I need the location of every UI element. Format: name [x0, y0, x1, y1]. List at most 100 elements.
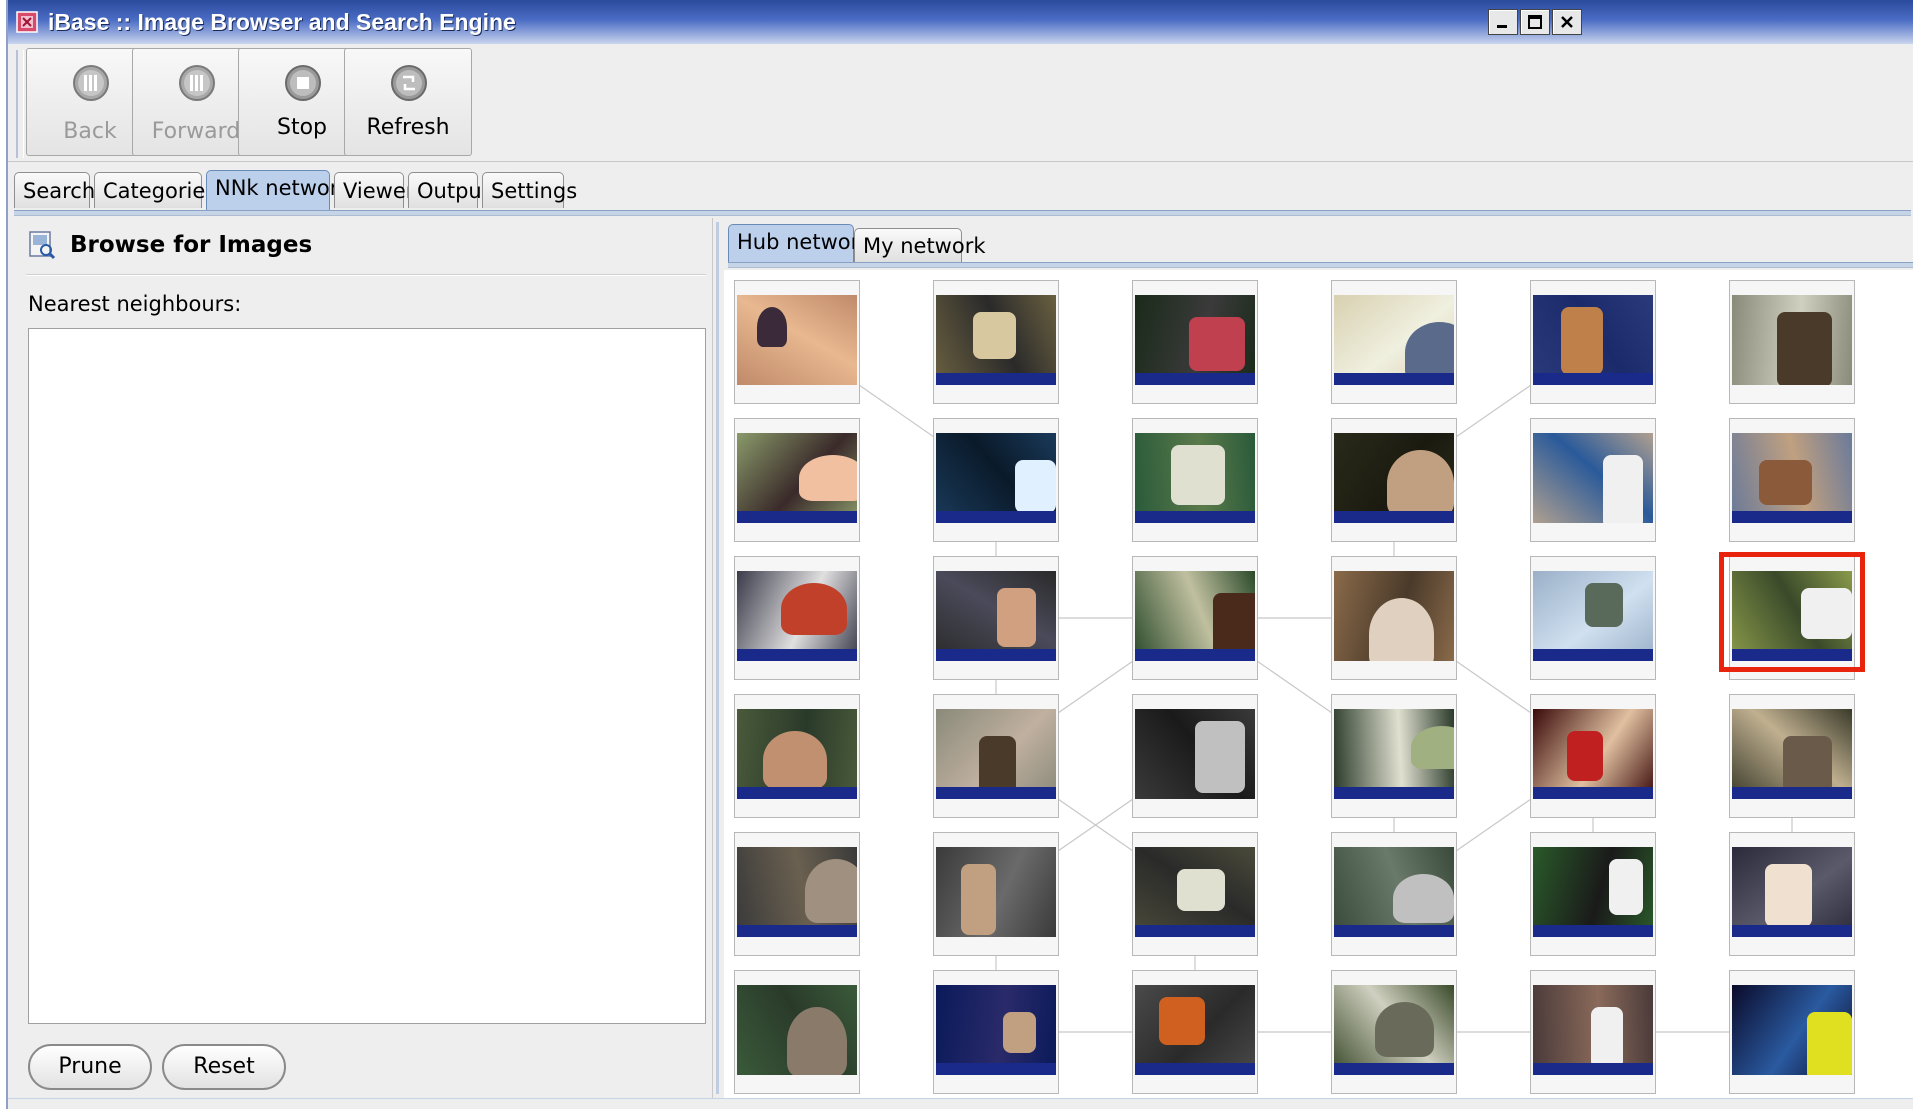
- close-icon: [1561, 16, 1573, 28]
- divider: [26, 274, 706, 276]
- image-thumbnail[interactable]: [1530, 418, 1656, 542]
- status-strip: [8, 1098, 1913, 1109]
- image-thumbnail[interactable]: [1331, 556, 1457, 680]
- image-thumbnail[interactable]: [933, 280, 1059, 404]
- news-caption-band: [1135, 1063, 1255, 1075]
- thumbnail-subject: [1369, 598, 1434, 661]
- image-thumbnail[interactable]: [1729, 418, 1855, 542]
- magnifier-image-icon: [29, 231, 56, 260]
- image-thumbnail[interactable]: [1530, 694, 1656, 818]
- thumbnail-subject: [757, 307, 787, 347]
- image-thumbnail[interactable]: [933, 418, 1059, 542]
- thumbnail-image: [1732, 985, 1852, 1075]
- thumbnail-subject: [1783, 736, 1832, 793]
- reset-button[interactable]: Reset: [162, 1044, 286, 1090]
- image-thumbnail[interactable]: [734, 556, 860, 680]
- news-caption-band: [737, 649, 857, 661]
- thumbnail-subject: [1387, 450, 1454, 517]
- forward-icon: [179, 65, 215, 101]
- image-thumbnail[interactable]: [1530, 970, 1656, 1094]
- image-thumbnail[interactable]: [1530, 832, 1656, 956]
- image-thumbnail[interactable]: [1132, 556, 1258, 680]
- image-thumbnail[interactable]: [1331, 970, 1457, 1094]
- news-caption-band: [1334, 787, 1454, 799]
- image-thumbnail[interactable]: [734, 694, 860, 818]
- minimize-button[interactable]: [1488, 9, 1518, 35]
- tab-categories[interactable]: Categories: [94, 172, 216, 208]
- panel-title: Browse for Images: [70, 232, 313, 258]
- thumbnail-subject: [1759, 460, 1812, 505]
- image-thumbnail[interactable]: [1331, 418, 1457, 542]
- title-bar[interactable]: iBase :: Image Browser and Search Engine: [8, 0, 1913, 44]
- image-thumbnail[interactable]: [1132, 280, 1258, 404]
- image-thumbnail[interactable]: [1729, 832, 1855, 956]
- thumbnail-image: [1334, 985, 1454, 1075]
- image-thumbnail[interactable]: [1729, 694, 1855, 818]
- image-thumbnail[interactable]: [933, 556, 1059, 680]
- thumbnail-image: [737, 295, 857, 385]
- image-thumbnail[interactable]: [734, 280, 860, 404]
- thumbnail-subject: [1603, 455, 1643, 523]
- image-thumbnail[interactable]: [1729, 280, 1855, 404]
- thumbnail-subject: [799, 455, 857, 501]
- image-thumbnail[interactable]: [933, 832, 1059, 956]
- prune-button[interactable]: Prune: [28, 1044, 152, 1090]
- image-thumbnail[interactable]: [1530, 556, 1656, 680]
- nearest-neighbours-label: Nearest neighbours:: [28, 292, 242, 316]
- tab-viewer[interactable]: Viewer: [334, 172, 414, 208]
- news-caption-band: [936, 373, 1056, 385]
- thumbnail-subject: [1393, 874, 1454, 923]
- news-caption-band: [1533, 373, 1653, 385]
- thumbnail-subject: [787, 1007, 847, 1075]
- news-caption-band: [1533, 649, 1653, 661]
- image-thumbnail[interactable]: [1331, 694, 1457, 818]
- tab-nnk-network[interactable]: NNk network: [206, 170, 351, 210]
- thumbnail-image: [936, 571, 1056, 661]
- image-thumbnail[interactable]: [1331, 832, 1457, 956]
- thumbnail-subject: [1015, 460, 1056, 513]
- split-pane-divider[interactable]: [712, 218, 722, 1098]
- tab-settings[interactable]: Settings: [482, 172, 577, 208]
- thumbnail-subject: [1195, 721, 1245, 793]
- image-thumbnail[interactable]: [734, 832, 860, 956]
- news-caption-band: [1732, 925, 1852, 937]
- image-thumbnail[interactable]: [734, 970, 860, 1094]
- image-thumbnail[interactable]: [1729, 970, 1855, 1094]
- image-thumbnail[interactable]: [1132, 418, 1258, 542]
- image-thumbnail[interactable]: [933, 970, 1059, 1094]
- thumbnail-image: [1732, 709, 1852, 799]
- thumbnail-image: [1135, 847, 1255, 937]
- image-thumbnail[interactable]: [933, 694, 1059, 818]
- maximize-button[interactable]: [1520, 9, 1550, 35]
- app-window: iBase :: Image Browser and Search Engine…: [6, 0, 1913, 1109]
- thumbnail-image: [1533, 571, 1653, 661]
- toolbar-grip[interactable]: [16, 50, 24, 158]
- thumbnail-image: [1533, 709, 1653, 799]
- image-network-canvas[interactable]: [724, 270, 1913, 1098]
- thumbnail-image: [1334, 295, 1454, 385]
- image-thumbnail[interactable]: [734, 418, 860, 542]
- news-caption-band: [1135, 925, 1255, 937]
- image-thumbnail[interactable]: [1132, 694, 1258, 818]
- thumbnail-subject: [763, 731, 827, 789]
- image-thumbnail[interactable]: [1132, 832, 1258, 956]
- thumbnail-image: [737, 571, 857, 661]
- browse-panel: Browse for Images Nearest neighbours: Pr…: [12, 218, 712, 1098]
- nearest-neighbours-list[interactable]: [28, 328, 706, 1024]
- subtab-strip-line: [728, 262, 1913, 268]
- thumbnail-image: [936, 985, 1056, 1075]
- image-thumbnail[interactable]: [1132, 970, 1258, 1094]
- refresh-button[interactable]: Refresh: [344, 48, 472, 156]
- image-thumbnail[interactable]: [1331, 280, 1457, 404]
- thumbnail-image: [1135, 709, 1255, 799]
- close-button[interactable]: [1552, 9, 1582, 35]
- tab-my-network[interactable]: My network: [854, 228, 986, 262]
- news-caption-band: [1334, 1063, 1454, 1075]
- news-caption-band: [936, 787, 1056, 799]
- thumbnail-subject: [1375, 1002, 1434, 1057]
- news-caption-band: [936, 649, 1056, 661]
- image-thumbnail[interactable]: [1530, 280, 1656, 404]
- tab-output[interactable]: Output: [408, 172, 490, 208]
- tab-hub-network[interactable]: Hub network: [728, 224, 871, 262]
- tab-search[interactable]: Search: [14, 172, 95, 208]
